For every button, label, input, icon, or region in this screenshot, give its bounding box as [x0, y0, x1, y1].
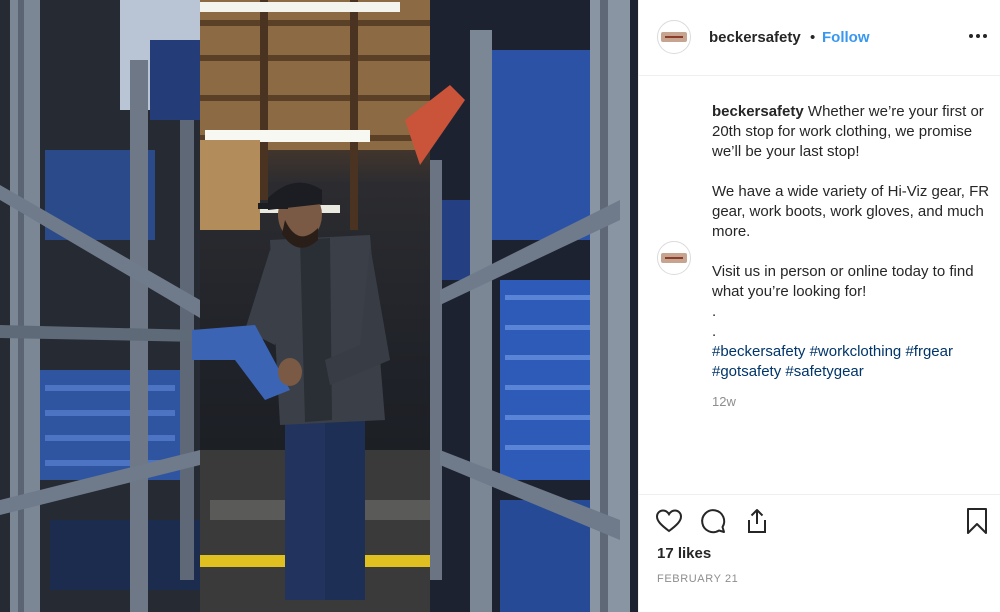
caption-avatar[interactable] — [657, 241, 691, 275]
warehouse-scene — [0, 0, 638, 612]
caption-paragraph-3: Visit us in person or online today to fi… — [712, 263, 974, 300]
heart-icon[interactable] — [655, 507, 683, 535]
post-photo[interactable] — [0, 0, 638, 612]
caption-username[interactable]: beckersafety — [712, 103, 804, 120]
comment-icon[interactable] — [699, 507, 727, 535]
post-header: beckersafety • Follow — [639, 0, 1000, 76]
header-username[interactable]: beckersafety — [709, 29, 801, 46]
post-date[interactable]: FEBRUARY 21 — [657, 573, 738, 585]
hashtag-link[interactable]: #frgear — [905, 343, 953, 360]
caption-paragraph-1: beckersafety Whether we’re your first or… — [712, 102, 994, 162]
caption-time-ago[interactable]: 12w — [712, 394, 736, 409]
share-icon[interactable] — [743, 507, 771, 535]
hashtag-link[interactable]: #safetygear — [785, 363, 863, 380]
becker-logo — [661, 32, 687, 42]
hashtag-link[interactable]: #workclothing — [810, 343, 902, 360]
bookmark-icon[interactable] — [963, 507, 991, 535]
becker-logo — [661, 253, 687, 263]
caption-hashtags: #beckersafety #workclothing #frgear #gots… — [712, 342, 994, 382]
more-options-icon[interactable] — [968, 26, 988, 46]
hashtag-link[interactable]: #beckersafety — [712, 343, 805, 360]
post-details-panel: beckersafety • Follow beckersafety Wheth… — [638, 0, 1000, 612]
post-actions: 17 likes FEBRUARY 21 — [639, 494, 1000, 612]
follow-button[interactable]: Follow — [822, 29, 870, 46]
header-separator: • — [810, 29, 816, 46]
caption-dot-2: . — [712, 323, 717, 340]
caption-dot-1: . — [712, 303, 717, 320]
caption-paragraph-2: We have a wide variety of Hi-Viz gear, F… — [712, 183, 990, 240]
account-avatar[interactable] — [657, 20, 691, 54]
post-caption: beckersafety Whether we’re your first or… — [712, 102, 994, 382]
hashtag-link[interactable]: #gotsafety — [712, 363, 781, 380]
likes-count[interactable]: 17 likes — [657, 545, 711, 562]
